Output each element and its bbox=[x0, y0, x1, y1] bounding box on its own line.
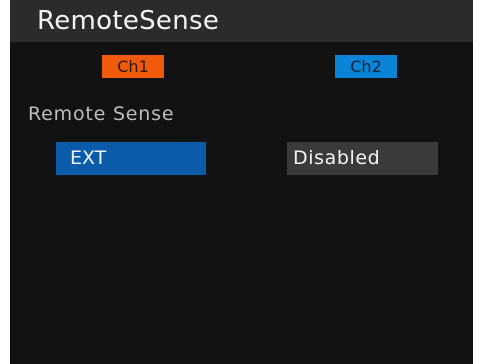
remote-sense-label: Remote Sense bbox=[28, 103, 175, 125]
tab-ch2[interactable]: Ch2 bbox=[335, 55, 397, 78]
page-title: RemoteSense bbox=[37, 6, 220, 36]
ch1-remote-sense-value[interactable]: EXT bbox=[56, 142, 206, 175]
title-bar: RemoteSense bbox=[10, 0, 473, 42]
tab-ch1[interactable]: Ch1 bbox=[102, 55, 164, 78]
ch2-remote-sense-value[interactable]: Disabled bbox=[287, 142, 438, 175]
instrument-screen: RemoteSense Ch1 Ch2 Remote Sense EXT Dis… bbox=[10, 0, 473, 364]
